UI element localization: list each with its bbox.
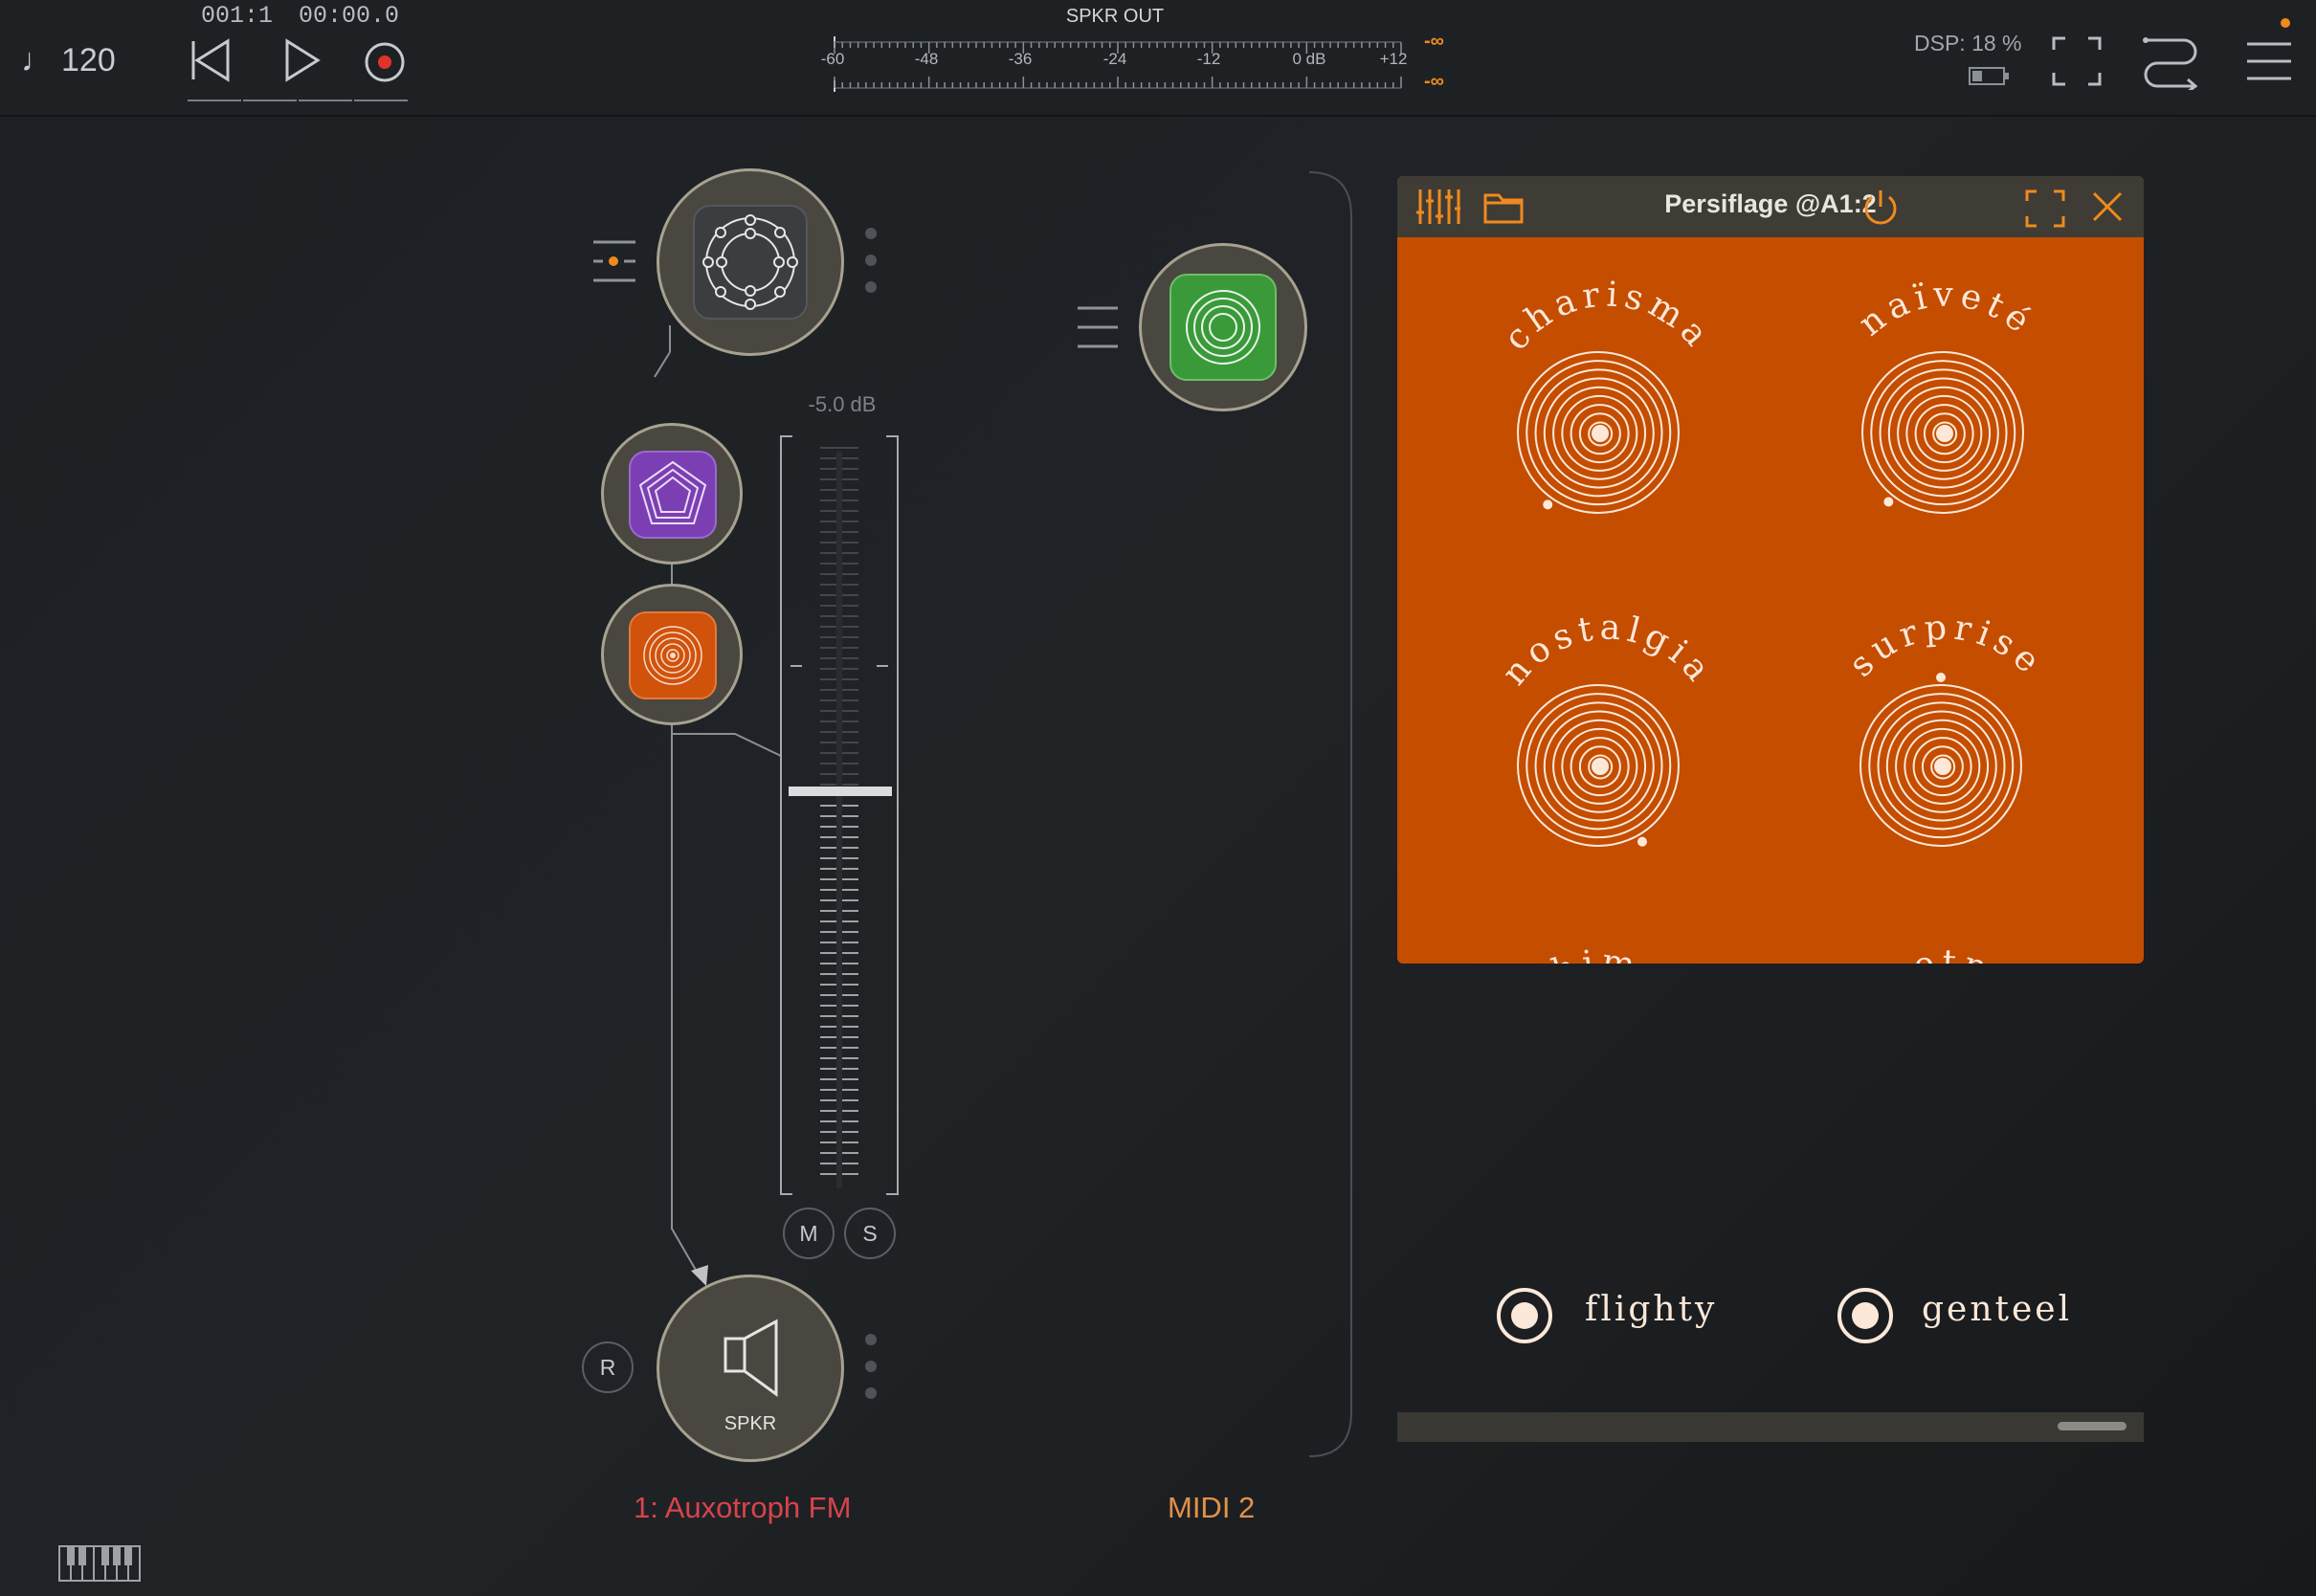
play-button[interactable]: [283, 38, 322, 82]
volume-fader[interactable]: [777, 432, 902, 1198]
fullscreen-icon[interactable]: [2052, 36, 2102, 86]
menu-icon[interactable]: [2245, 15, 2295, 86]
concentric-rings-icon: [1186, 290, 1260, 365]
radio-genteel[interactable]: [1837, 1288, 1893, 1343]
knob-label-whimsy: whimsy: [1510, 942, 1699, 964]
channel-settings-icon[interactable]: [591, 237, 639, 283]
knob-label-naivete: naïveté: [1852, 276, 2042, 344]
effect-1-app-icon: [629, 451, 717, 539]
meter-tick-label: -36: [1008, 50, 1033, 68]
meter-scale: -60 -48 -36 -24 -12 0 dB +12: [821, 50, 1409, 75]
peak-readout-top: -∞: [1424, 31, 1444, 52]
radio-flighty[interactable]: [1497, 1288, 1552, 1343]
channel-2-label[interactable]: MIDI 2: [1168, 1491, 1255, 1525]
instrument-node-options[interactable]: [865, 228, 877, 308]
meter-tick-label: +12: [1379, 50, 1408, 68]
fm-network-icon: [702, 214, 798, 310]
knob-nostalgia[interactable]: [1517, 684, 1680, 847]
plugin-footer: [1397, 1412, 2144, 1442]
knob-label-nostalgia: nostalgia: [1495, 608, 1721, 693]
meter-tick-label: -12: [1196, 50, 1221, 68]
knob-surprise[interactable]: [1859, 673, 2022, 847]
meter-tick-label: -48: [914, 50, 939, 68]
persiflage-app-icon: [629, 611, 717, 699]
knob-label-sweetness: sweetness: [1827, 943, 2067, 964]
channel-2-bracket: [1308, 171, 1352, 1457]
fader-handle[interactable]: [789, 787, 892, 796]
instrument-node[interactable]: [657, 168, 844, 356]
note-icon: ♩: [21, 42, 54, 78]
dsp-readout: DSP: 18 %: [1914, 31, 2022, 55]
channel-2-menu-icon[interactable]: [1076, 304, 1120, 350]
skip-back-icon: [191, 38, 230, 82]
rewind-button[interactable]: [189, 38, 232, 82]
radio-label-flighty: flighty: [1585, 1290, 1718, 1329]
meter-tick-label: 0 dB: [1292, 50, 1326, 68]
solo-button[interactable]: S: [844, 1208, 896, 1259]
speaker-icon: [724, 1319, 778, 1397]
midi-app-icon: [1169, 274, 1277, 381]
speaker-output-node[interactable]: SPKR: [657, 1275, 844, 1462]
knob-label-surprise: surprise: [1841, 608, 2051, 684]
time-position: 00:00.0: [299, 2, 400, 30]
knob-navet[interactable]: [1861, 351, 2024, 514]
resize-handle[interactable]: [2058, 1422, 2127, 1430]
output-node-options[interactable]: [865, 1334, 877, 1414]
radio-dot: [1852, 1302, 1879, 1329]
channel-1-label[interactable]: 1: Auxotroph FM: [634, 1491, 851, 1525]
battery-icon: [1969, 67, 2009, 85]
peak-readout-bottom: -∞: [1424, 71, 1444, 92]
auxotroph-app-icon: [693, 205, 808, 320]
record-button[interactable]: [364, 41, 406, 83]
keyboard-icon[interactable]: [57, 1544, 144, 1585]
tempo-display[interactable]: ♩ 120: [21, 42, 116, 79]
mute-button[interactable]: M: [783, 1208, 835, 1259]
effect-node-2[interactable]: [601, 584, 743, 725]
meter-title: SPKR OUT: [1065, 6, 1165, 27]
effect-node-1[interactable]: [601, 423, 743, 565]
midi-node[interactable]: [1139, 243, 1307, 411]
pentagon-icon: [638, 460, 707, 524]
meter-tick-label: -60: [820, 50, 845, 68]
record-arm-button[interactable]: R: [582, 1341, 634, 1393]
transport-underline: [188, 100, 408, 101]
tempo-value: 120: [61, 42, 116, 78]
routing-icon[interactable]: [2142, 33, 2199, 90]
radio-label-genteel: genteel: [1922, 1290, 2073, 1329]
knob-label-charisma: charisma: [1497, 275, 1720, 358]
plugin-knobs: charisma naïveté nostalgia surprise whim…: [1495, 275, 2067, 964]
bar-position: 001:1: [201, 2, 274, 30]
play-icon: [285, 38, 321, 82]
radio-dot: [1511, 1302, 1538, 1329]
record-icon: [365, 42, 405, 82]
spiral-icon: [643, 626, 702, 685]
fader-db-readout: -5.0 dB: [808, 392, 877, 416]
output-node-label: SPKR: [724, 1413, 777, 1434]
knob-charisma[interactable]: [1517, 351, 1680, 514]
meter-tick-label: -24: [1102, 50, 1127, 68]
